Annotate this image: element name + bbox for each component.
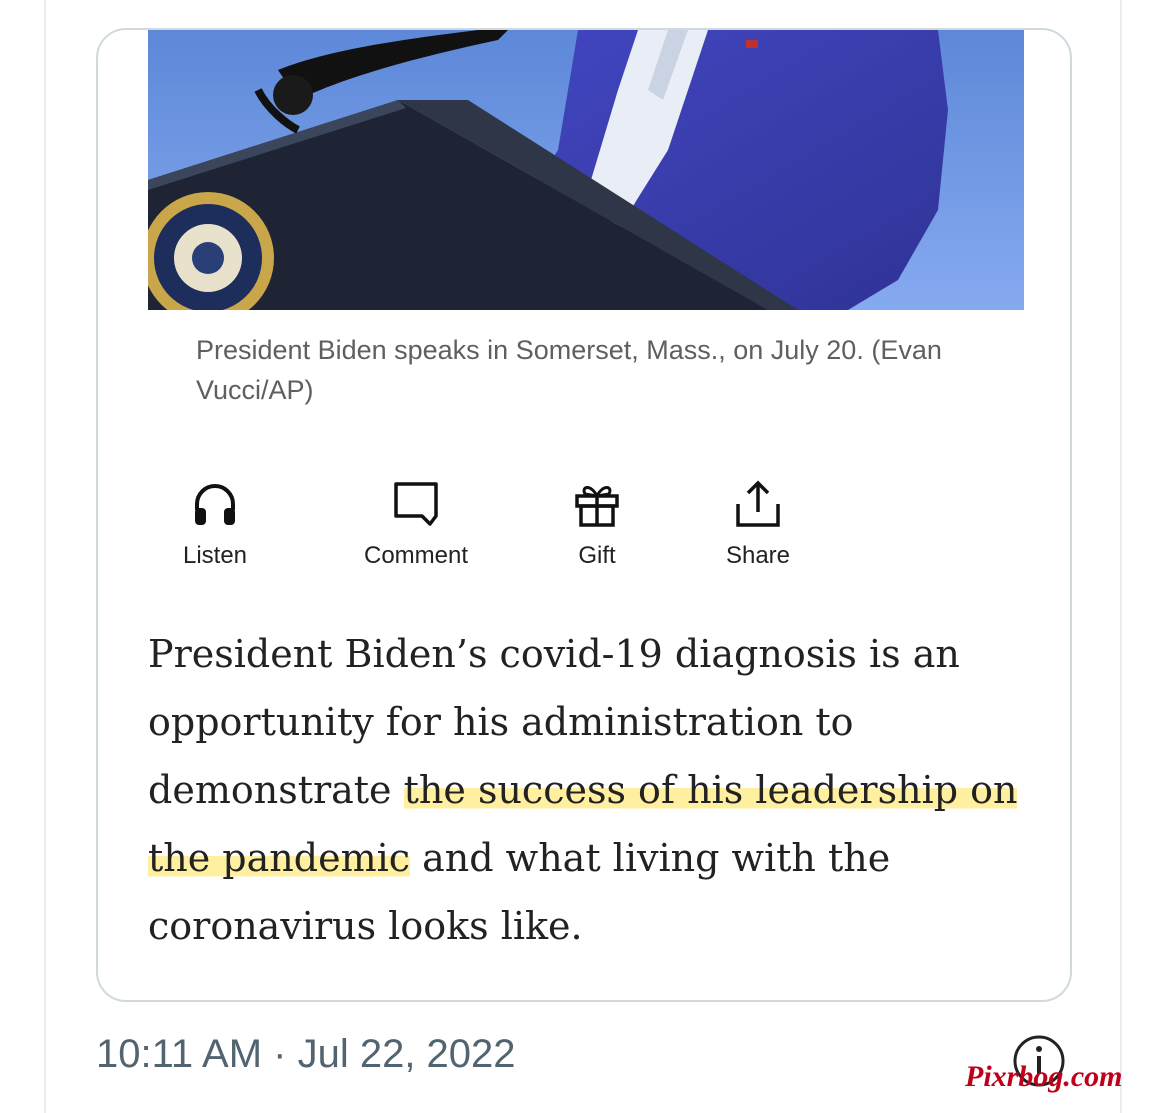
- article-actions: Listen Comment Gift Share: [98, 480, 1070, 590]
- gift-button[interactable]: Gift: [517, 480, 677, 570]
- share-button[interactable]: Share: [678, 480, 838, 570]
- listen-label: Listen: [182, 542, 248, 569]
- watermark-logo: Pixrbog.com: [965, 1060, 1123, 1093]
- gift-icon: [575, 486, 619, 527]
- comment-label: Comment: [363, 542, 469, 569]
- tweet-timestamp[interactable]: 10:11 AM · Jul 22, 2022: [96, 1032, 516, 1077]
- article-photo: [148, 30, 1024, 310]
- article-card[interactable]: President Biden speaks in Somerset, Mass…: [96, 28, 1072, 1002]
- share-label: Share: [725, 542, 791, 569]
- comment-icon: [394, 482, 438, 526]
- gift-label: Gift: [578, 542, 616, 569]
- timeline-border-left: [44, 0, 46, 1113]
- comment-button[interactable]: Comment: [336, 480, 496, 570]
- listen-button[interactable]: Listen: [135, 480, 295, 570]
- timeline-border-right: [1120, 0, 1122, 1113]
- share-icon: [736, 480, 780, 527]
- article-excerpt: President Biden’s covid-19 diagnosis is …: [148, 620, 1048, 960]
- headphones-icon: [195, 484, 235, 525]
- photo-caption: President Biden speaks in Somerset, Mass…: [196, 335, 942, 405]
